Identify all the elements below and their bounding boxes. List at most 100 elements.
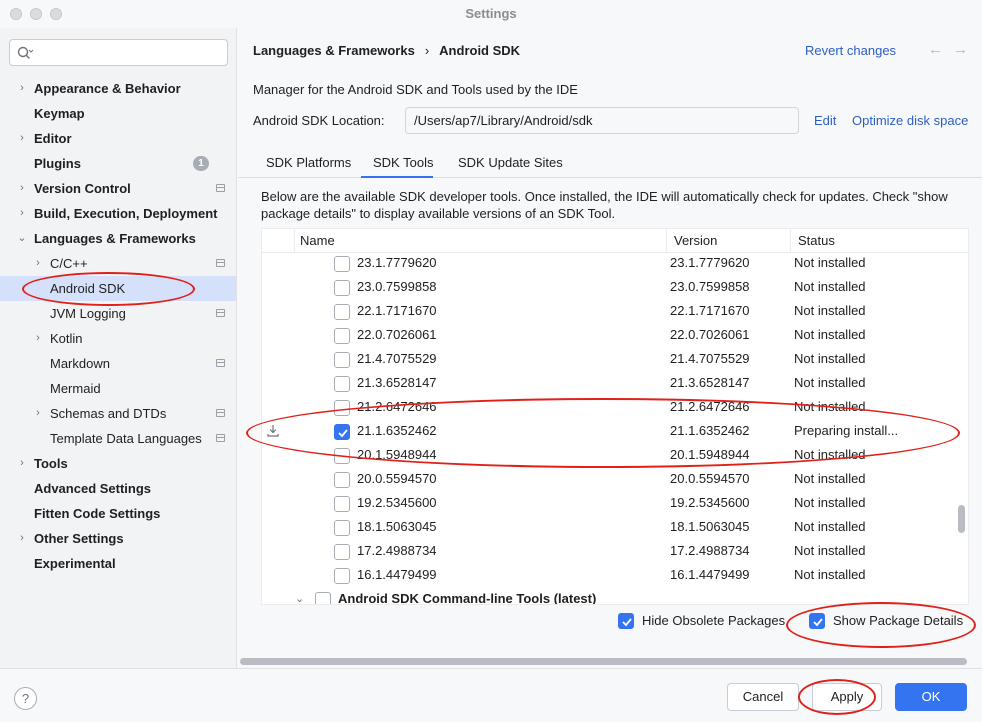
project-scope-icon: [216, 409, 225, 417]
package-group-row[interactable]: ⌄ Android SDK Command-line Tools (latest): [262, 587, 956, 604]
chevron-right-icon[interactable]: ›: [17, 126, 27, 151]
sidebar-item-mermaid[interactable]: Mermaid: [0, 376, 236, 401]
package-checkbox[interactable]: [334, 352, 350, 368]
table-row[interactable]: 20.1.5948944 20.1.5948944 Not installed: [262, 443, 956, 467]
package-status: Not installed: [794, 447, 866, 462]
chevron-down-icon[interactable]: ⌄: [17, 226, 27, 251]
table-row[interactable]: 21.2.6472646 21.2.6472646 Not installed: [262, 395, 956, 419]
update-count-badge: 1: [193, 156, 209, 171]
sidebar-item-version-control[interactable]: › Version Control: [0, 176, 236, 201]
sidebar-item-plugins[interactable]: Plugins 1: [0, 151, 236, 176]
help-button[interactable]: ?: [14, 687, 37, 710]
sidebar-item-label: C/C++: [50, 256, 88, 271]
optimize-disk-space-link[interactable]: Optimize disk space: [852, 113, 968, 128]
ok-button[interactable]: OK: [895, 683, 967, 711]
column-header-status[interactable]: Status: [798, 229, 835, 253]
download-icon: [267, 425, 279, 437]
edit-location-link[interactable]: Edit: [814, 113, 836, 128]
minimize-window-button[interactable]: [30, 8, 42, 20]
close-window-button[interactable]: [10, 8, 22, 20]
sidebar-item-schemas-and-dtds[interactable]: › Schemas and DTDs: [0, 401, 236, 426]
table-row[interactable]: 20.0.5594570 20.0.5594570 Not installed: [262, 467, 956, 491]
apply-button[interactable]: Apply: [812, 683, 882, 711]
hide-obsolete-checkbox[interactable]: [618, 613, 634, 629]
package-checkbox[interactable]: [334, 568, 350, 584]
panel-horizontal-scrollbar[interactable]: [240, 658, 967, 665]
sidebar-item-kotlin[interactable]: › Kotlin: [0, 326, 236, 351]
tab-sdk-update-sites[interactable]: SDK Update Sites: [458, 155, 563, 170]
sidebar-item-template-data-languages[interactable]: Template Data Languages: [0, 426, 236, 451]
package-checkbox[interactable]: [334, 400, 350, 416]
table-row[interactable]: 17.2.4988734 17.2.4988734 Not installed: [262, 539, 956, 563]
table-vertical-scrollbar[interactable]: [958, 505, 965, 533]
table-row[interactable]: 19.2.5345600 19.2.5345600 Not installed: [262, 491, 956, 515]
breadcrumb-current: Android SDK: [439, 43, 521, 58]
sidebar-item-c-c[interactable]: › C/C++: [0, 251, 236, 276]
package-group-checkbox[interactable]: [315, 592, 331, 604]
table-row[interactable]: 18.1.5063045 18.1.5063045 Not installed: [262, 515, 956, 539]
sidebar-item-label: Mermaid: [50, 381, 101, 396]
chevron-right-icon[interactable]: ›: [33, 326, 43, 351]
back-arrow-icon[interactable]: ←: [928, 41, 943, 58]
package-checkbox[interactable]: [334, 424, 350, 440]
package-checkbox[interactable]: [334, 376, 350, 392]
chevron-right-icon[interactable]: ›: [17, 526, 27, 551]
table-row[interactable]: 16.1.4479499 16.1.4479499 Not installed: [262, 563, 956, 587]
show-package-details-checkbox[interactable]: [809, 613, 825, 629]
table-row[interactable]: 23.1.7779620 23.1.7779620 Not installed: [262, 251, 956, 275]
chevron-right-icon[interactable]: ›: [17, 451, 27, 476]
package-checkbox[interactable]: [334, 328, 350, 344]
chevron-down-icon[interactable]: ⌄: [295, 587, 304, 604]
sidebar-item-appearance-behavior[interactable]: › Appearance & Behavior: [0, 76, 236, 101]
table-row[interactable]: 21.3.6528147 21.3.6528147 Not installed: [262, 371, 956, 395]
sidebar-item-tools[interactable]: › Tools: [0, 451, 236, 476]
tab-sdk-platforms[interactable]: SDK Platforms: [266, 155, 351, 170]
package-status: Not installed: [794, 519, 866, 534]
column-header-version[interactable]: Version: [674, 229, 717, 253]
table-row[interactable]: 22.1.7171670 22.1.7171670 Not installed: [262, 299, 956, 323]
settings-search-input[interactable]: [9, 39, 228, 66]
sidebar-item-android-sdk[interactable]: Android SDK: [0, 276, 236, 301]
chevron-right-icon[interactable]: ›: [33, 401, 43, 426]
forward-arrow-icon[interactable]: →: [953, 41, 968, 58]
sidebar-item-languages-frameworks[interactable]: ⌄ Languages & Frameworks: [0, 226, 236, 251]
sidebar-item-keymap[interactable]: Keymap: [0, 101, 236, 126]
sidebar-item-label: Appearance & Behavior: [34, 81, 181, 96]
chevron-right-icon[interactable]: ›: [17, 201, 27, 226]
package-checkbox[interactable]: [334, 520, 350, 536]
package-checkbox[interactable]: [334, 280, 350, 296]
package-status: Not installed: [794, 351, 866, 366]
chevron-right-icon[interactable]: ›: [33, 251, 43, 276]
breadcrumb-parent[interactable]: Languages & Frameworks: [253, 43, 415, 58]
package-name: 23.1.7779620: [357, 255, 437, 270]
sdk-location-field[interactable]: /Users/ap7/Library/Android/sdk: [405, 107, 799, 134]
sidebar-item-other-settings[interactable]: › Other Settings: [0, 526, 236, 551]
revert-changes-link[interactable]: Revert changes: [805, 43, 896, 58]
package-checkbox[interactable]: [334, 544, 350, 560]
sidebar-item-label: Markdown: [50, 356, 110, 371]
package-checkbox[interactable]: [334, 448, 350, 464]
sidebar-item-advanced-settings[interactable]: Advanced Settings: [0, 476, 236, 501]
zoom-window-button[interactable]: [50, 8, 62, 20]
package-name: 21.4.7075529: [357, 351, 437, 366]
package-checkbox[interactable]: [334, 496, 350, 512]
package-status: Not installed: [794, 399, 866, 414]
table-row[interactable]: 21.1.6352462 21.1.6352462 Preparing instal…: [262, 419, 956, 443]
table-row[interactable]: 22.0.7026061 22.0.7026061 Not installed: [262, 323, 956, 347]
tab-sdk-tools[interactable]: SDK Tools: [373, 155, 433, 170]
sidebar-item-fitten-code-settings[interactable]: Fitten Code Settings: [0, 501, 236, 526]
package-checkbox[interactable]: [334, 304, 350, 320]
package-checkbox[interactable]: [334, 472, 350, 488]
sidebar-item-build-execution-deployment[interactable]: › Build, Execution, Deployment: [0, 201, 236, 226]
sidebar-item-jvm-logging[interactable]: JVM Logging: [0, 301, 236, 326]
sidebar-item-editor[interactable]: › Editor: [0, 126, 236, 151]
chevron-right-icon[interactable]: ›: [17, 176, 27, 201]
sidebar-item-experimental[interactable]: Experimental: [0, 551, 236, 576]
chevron-right-icon[interactable]: ›: [17, 76, 27, 101]
table-row[interactable]: 23.0.7599858 23.0.7599858 Not installed: [262, 275, 956, 299]
package-checkbox[interactable]: [334, 256, 350, 272]
column-header-name[interactable]: Name: [300, 229, 335, 253]
table-row[interactable]: 21.4.7075529 21.4.7075529 Not installed: [262, 347, 956, 371]
cancel-button[interactable]: Cancel: [727, 683, 799, 711]
sidebar-item-markdown[interactable]: Markdown: [0, 351, 236, 376]
